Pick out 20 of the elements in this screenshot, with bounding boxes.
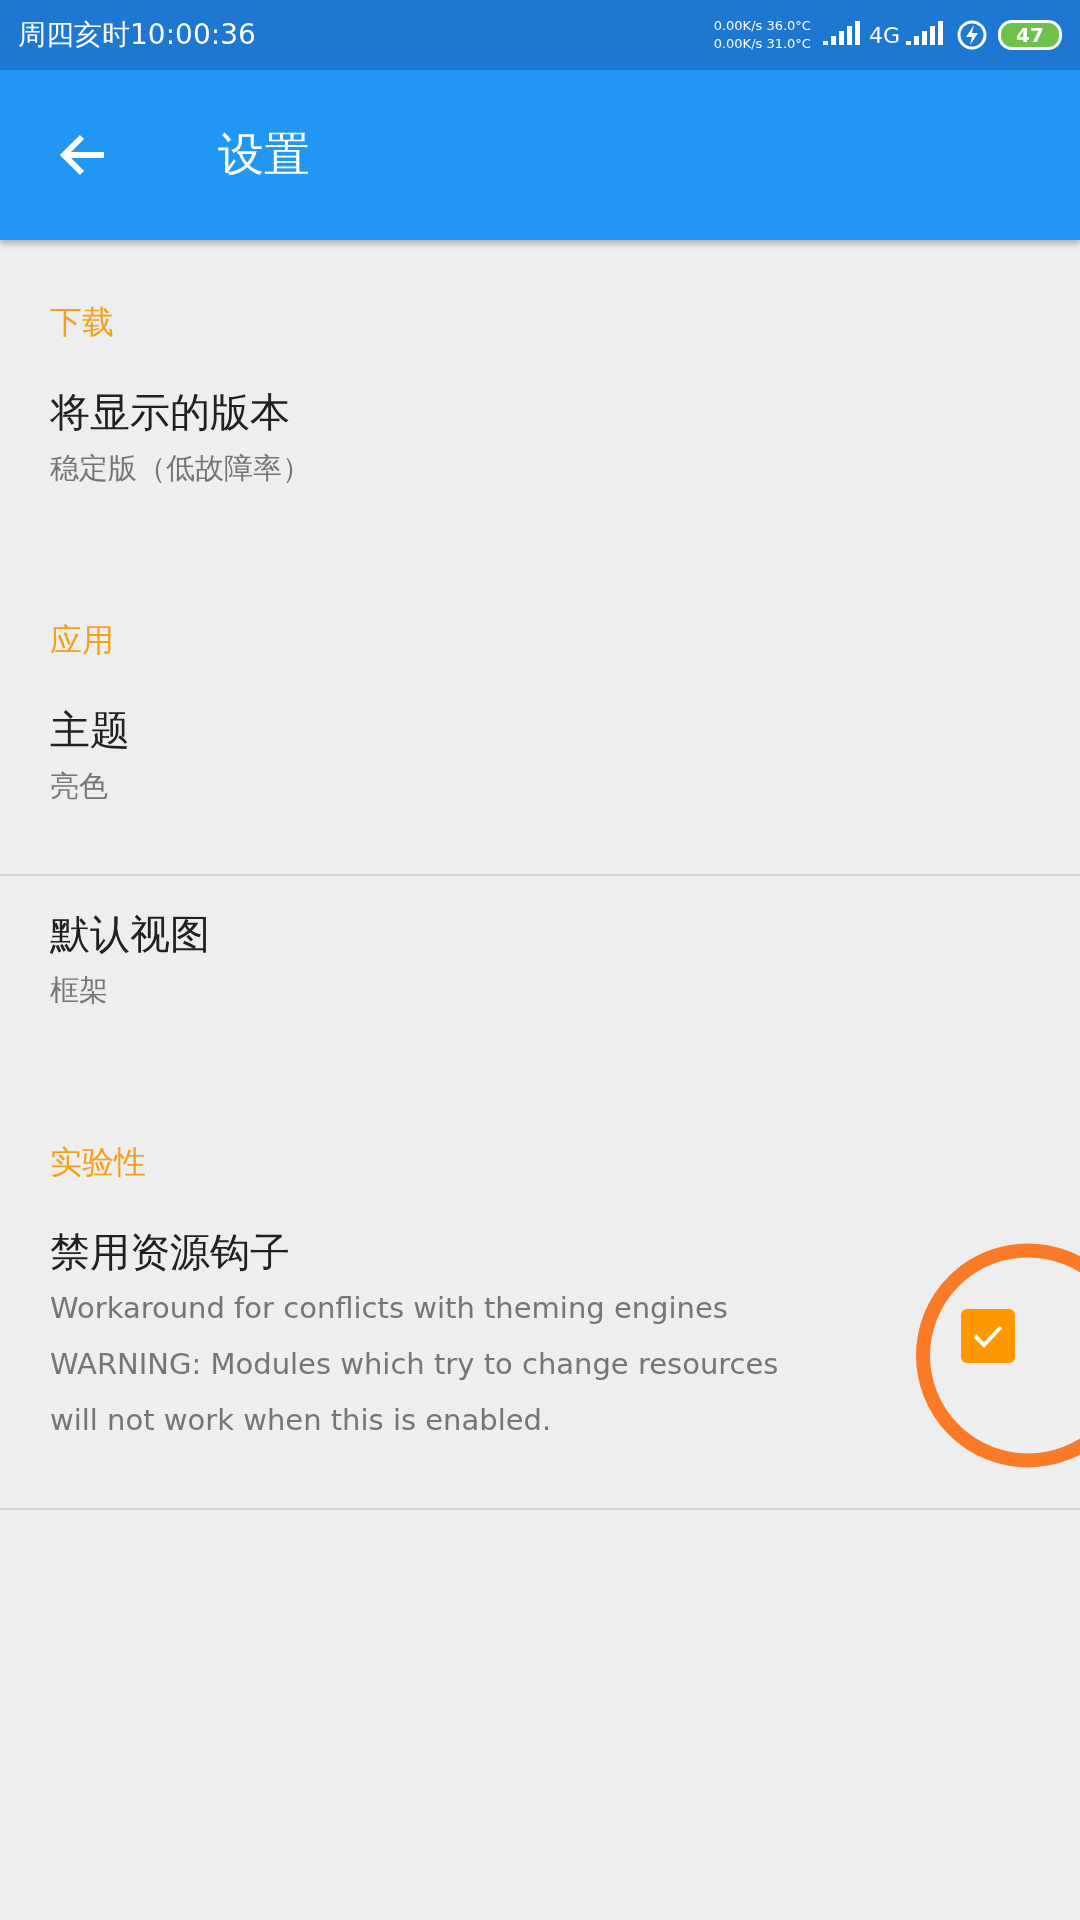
setting-title: 默认视图 [50, 910, 211, 959]
section-header: 下载 [49, 302, 115, 343]
charging-icon [956, 19, 988, 51]
setting-summary: 稳定版（低故障率） [50, 450, 312, 487]
page-title: 设置 [218, 126, 310, 183]
setting-summary: Workaround for conflicts with theming engines WARNING: Modules which try to change resources will not work when this is enabled. [50, 1290, 780, 1439]
network-speed: 0.00K/s 31.0°C [713, 35, 811, 53]
section-header: 应用 [49, 620, 115, 661]
network-type: 4G [868, 22, 900, 48]
network-speed: 0.00K/s 36.0°C [713, 17, 811, 35]
setting-summary: 亮色 [50, 768, 109, 805]
battery-level: 47 [998, 20, 1062, 50]
setting-title: 主题 [50, 706, 131, 755]
setting-title: 禁用资源钩子 [50, 1228, 291, 1277]
setting-title: 将显示的版本 [50, 388, 291, 437]
check-icon [972, 1323, 1004, 1349]
status-time: 周四亥时10:00:36 [18, 17, 257, 53]
section-header: 实验性 [49, 1142, 147, 1183]
setting-summary: 框架 [50, 972, 109, 1009]
checkbox[interactable] [961, 1309, 1015, 1363]
